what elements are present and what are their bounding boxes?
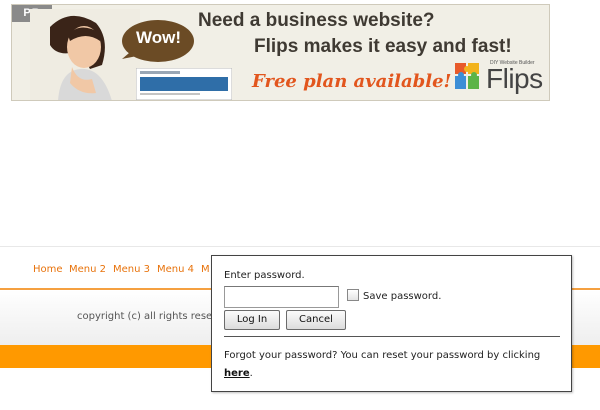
save-password-label[interactable]: Save password. xyxy=(363,291,441,302)
login-popup: Enter password. Save password. Log In Ca… xyxy=(211,255,572,392)
copyright-text: copyright (c) all rights rese xyxy=(77,311,213,322)
banner-headline-line2: Flips makes it easy and fast! xyxy=(254,36,512,57)
popup-divider xyxy=(224,336,560,337)
forgot-trailing-period: . xyxy=(249,368,253,379)
free-plan-text: Free plan available! xyxy=(252,71,452,92)
password-input[interactable] xyxy=(224,286,339,308)
nav-item-menu-4[interactable]: Menu 4 xyxy=(157,264,194,275)
reset-password-link[interactable]: here xyxy=(224,368,250,379)
website-preview-image xyxy=(136,68,232,100)
forgot-password-text: Forgot your password? You can reset your… xyxy=(224,347,564,383)
nav-item-home[interactable]: Home xyxy=(33,264,63,275)
forgot-password-message: Forgot your password? You can reset your… xyxy=(224,350,541,361)
pr-banner-ad[interactable]: PR Wow! Need a business website? Flips m… xyxy=(11,4,550,101)
save-password-checkbox[interactable] xyxy=(347,289,359,301)
log-in-button[interactable]: Log In xyxy=(224,310,280,330)
nav-item-menu-3[interactable]: Menu 3 xyxy=(113,264,150,275)
wow-bubble-text: Wow! xyxy=(136,28,182,47)
cancel-button[interactable]: Cancel xyxy=(286,310,346,330)
flips-puzzle-logo-icon xyxy=(455,63,479,89)
nav-item-menu-5[interactable]: M xyxy=(201,264,210,275)
password-prompt-label: Enter password. xyxy=(224,270,305,281)
flips-brand-name: Flips xyxy=(486,63,543,94)
banner-headline-line1: Need a business website? xyxy=(198,10,435,31)
nav-item-menu-2[interactable]: Menu 2 xyxy=(69,264,106,275)
